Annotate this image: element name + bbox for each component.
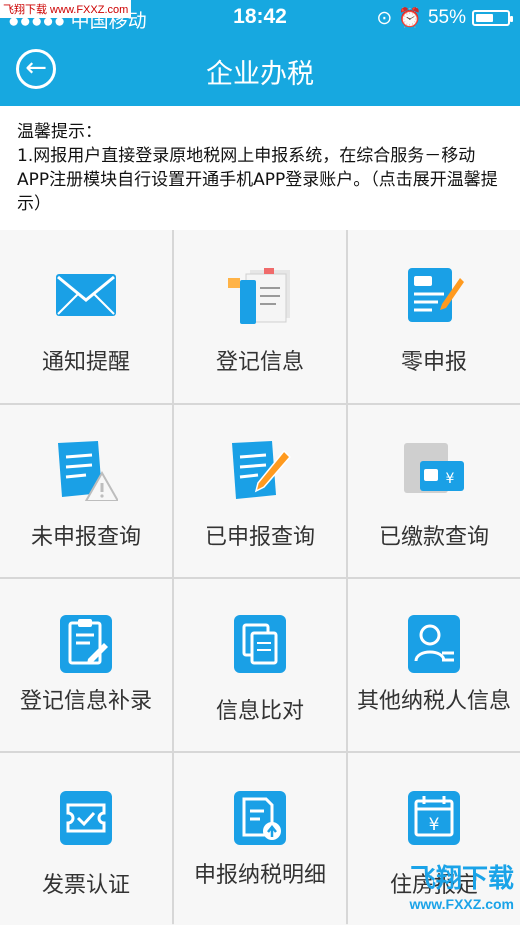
unfiled-warning-icon (58, 441, 118, 501)
notice-panel[interactable]: 温馨提示： 1.网报用户直接登录原地税网上申报系统，在综合服务－移动APP注册模… (0, 106, 520, 230)
paid-card-icon: ¥ (404, 443, 464, 493)
menu-item-registration-supplement[interactable]: 登记信息补录 (0, 579, 172, 751)
menu-item-invoice-auth[interactable]: 发票认证 (0, 753, 172, 925)
menu-label: 信息比对 (215, 699, 304, 724)
rotation-lock-icon: ⊙ (376, 7, 393, 29)
status-bar: ●●●●● 中国移动 飞翔下载 www.FXXZ.com 18:42 ⊙ ⏰ 5… (0, 0, 520, 36)
menu-grid: 通知提醒 登记信息 零申报 未申报查询 已申报查询 ¥ 已缴款查询 登记信息补录… (0, 230, 520, 925)
watermark-footer: 飞翔下载 www.FXXZ.com (410, 865, 515, 917)
notice-body: 1.网报用户直接登录原地税网上申报系统，在综合服务－移动APP注册模块自行设置开… (17, 146, 498, 214)
menu-label: 已申报查询 (204, 525, 315, 550)
battery-level (476, 14, 493, 22)
watermark-url: www.FXXZ.com (409, 896, 515, 912)
menu-label: 通知提醒 (41, 350, 130, 375)
battery-percent: 55% (427, 7, 466, 28)
menu-label: 申报纳税明细 (193, 863, 326, 888)
menu-item-filed-query[interactable]: 已申报查询 (174, 405, 346, 577)
svg-text:¥: ¥ (429, 815, 440, 835)
calendar-yuan-icon: ¥ (408, 791, 460, 845)
menu-label: 登记信息 (215, 350, 304, 375)
ticket-check-icon (60, 791, 112, 845)
menu-item-housing[interactable]: ¥ 住房报定 飞翔下载 www.FXXZ.com (348, 753, 520, 925)
status-right: ⊙ ⏰ 55% (376, 6, 513, 30)
notice-heading: 温馨提示： (17, 122, 102, 142)
nav-bar: ← 企业办税 (0, 36, 520, 106)
declaration-pen-icon (408, 268, 464, 322)
menu-item-zero-declaration[interactable]: 零申报 (348, 230, 520, 403)
menu-item-unfiled-query[interactable]: 未申报查询 (0, 405, 172, 577)
alarm-icon: ⏰ (398, 8, 422, 29)
menu-label: 其他纳税人信息 (356, 689, 511, 714)
watermark-brand: 飞翔下载 (409, 863, 514, 893)
person-card-icon (408, 615, 460, 673)
menu-item-other-taxpayer[interactable]: 其他纳税人信息 (348, 579, 520, 751)
battery-icon (472, 10, 513, 26)
menu-item-tax-detail[interactable]: 申报纳税明细 (174, 753, 346, 925)
svg-text:¥: ¥ (446, 471, 455, 487)
documents-icon (228, 268, 290, 324)
menu-label: 零申报 (400, 350, 467, 375)
menu-label: 发票认证 (41, 873, 130, 898)
menu-item-notification[interactable]: 通知提醒 (0, 230, 172, 403)
menu-item-info-compare[interactable]: 信息比对 (174, 579, 346, 751)
filed-pencil-icon (232, 441, 292, 499)
page-title: 企业办税 (206, 59, 314, 90)
menu-label: 已缴款查询 (378, 525, 489, 550)
compare-copy-icon (234, 615, 286, 673)
report-upload-icon (234, 791, 286, 845)
menu-label: 未申报查询 (30, 525, 141, 550)
menu-item-registration-info[interactable]: 登记信息 (174, 230, 346, 403)
menu-item-paid-query[interactable]: ¥ 已缴款查询 (348, 405, 520, 577)
envelope-icon (56, 274, 116, 316)
menu-label: 登记信息补录 (19, 689, 152, 714)
clipboard-edit-icon (60, 615, 112, 673)
